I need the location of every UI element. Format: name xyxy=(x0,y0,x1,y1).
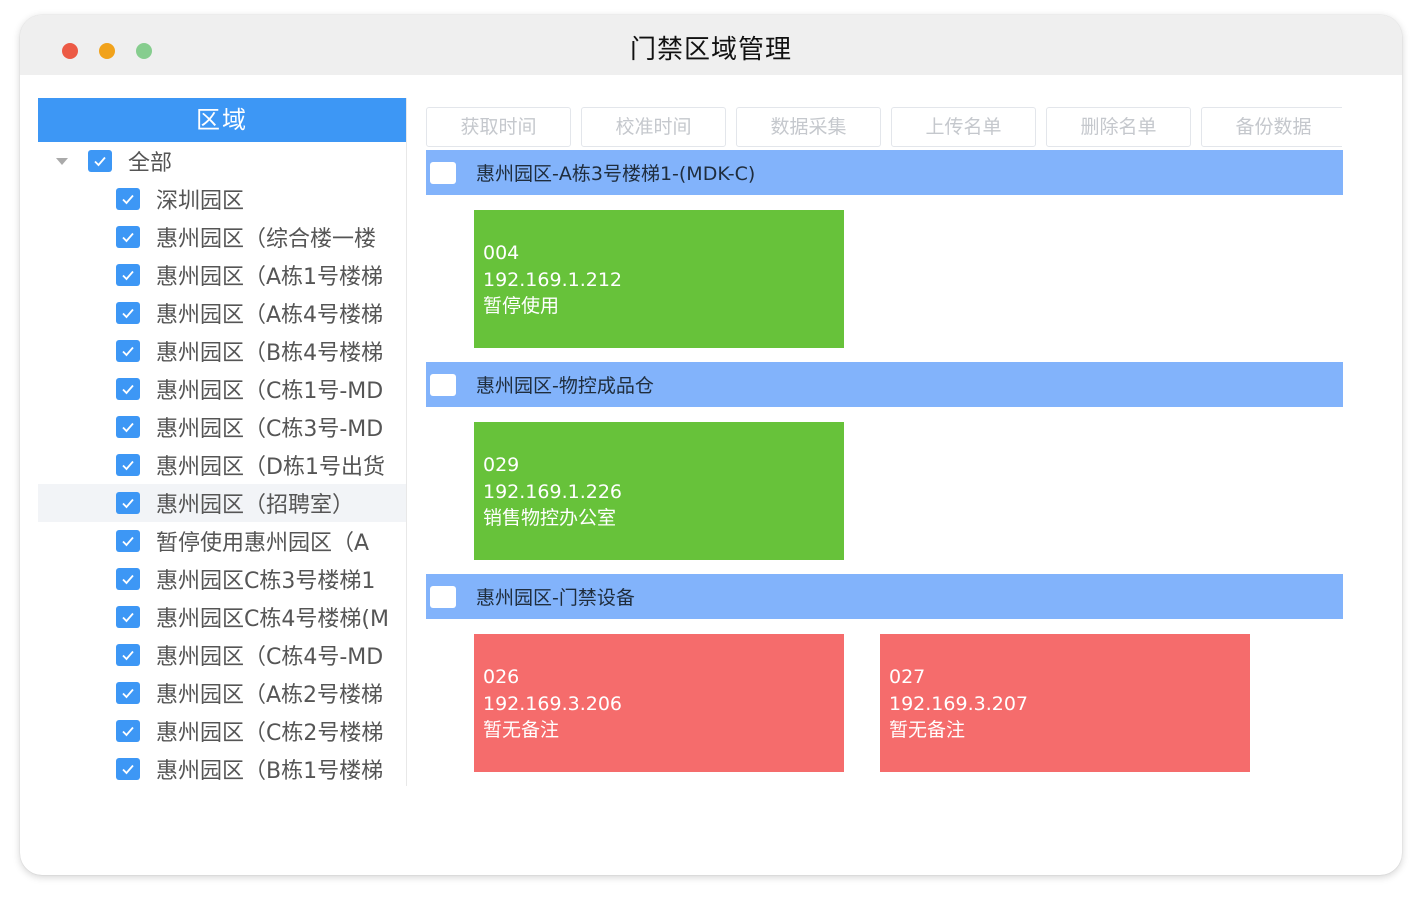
device-note: 暂停使用 xyxy=(483,295,560,317)
device-ip: 192.169.3.207 xyxy=(889,692,1029,715)
tree-node-label: 惠州园区（B栋4号楼梯 xyxy=(156,341,384,366)
tree-node[interactable]: 惠州园区C栋3号楼梯1 xyxy=(38,560,406,598)
checkbox-checked-icon[interactable] xyxy=(116,530,140,552)
tree-node-label: 惠州园区（C栋1号-MD xyxy=(156,379,384,404)
tree-node-label: 全部 xyxy=(128,151,173,176)
tree-node-label: 惠州园区（招聘室） xyxy=(156,493,355,518)
tree-node[interactable]: 惠州园区（C栋4号-MD xyxy=(38,636,406,674)
tree-node[interactable]: 惠州园区（C栋2号楼梯 xyxy=(38,712,406,750)
tree-node-label: 惠州园区C栋4号楼梯(M xyxy=(156,607,389,632)
area-tree: 区域 全部 深圳园区惠州园区（综合楼一楼 惠州园区（A栋1号楼梯 惠州园区（A栋4号… xyxy=(38,98,407,786)
group-checkbox[interactable] xyxy=(430,373,456,396)
tree-node-label: 惠州园区C栋3号楼梯1 xyxy=(156,569,376,594)
tree-node[interactable]: 暂停使用惠州园区（A xyxy=(38,522,406,560)
get-time-button[interactable]: 获取时间 xyxy=(426,107,571,147)
tree-node-root[interactable]: 全部 xyxy=(38,142,406,180)
device-id: 029 xyxy=(483,454,520,476)
group-header: 惠州园区-物控成品仓 xyxy=(426,362,1343,407)
collect-data-button[interactable]: 数据采集 xyxy=(736,107,881,147)
device-ip: 192.169.1.212 xyxy=(483,268,623,291)
group-title: 惠州园区-A栋3号楼梯1-(MDK-C) xyxy=(476,163,756,185)
tree-node[interactable]: 惠州园区（A栋4号楼梯 xyxy=(38,294,406,332)
calibrate-time-button[interactable]: 校准时间 xyxy=(581,107,726,147)
checkbox-checked-icon[interactable] xyxy=(116,758,140,780)
checkbox-checked-icon[interactable] xyxy=(116,644,140,666)
device-id: 027 xyxy=(889,666,926,688)
checkbox-checked-icon[interactable] xyxy=(116,378,140,400)
group-checkbox[interactable] xyxy=(430,161,456,184)
checkbox-checked-icon[interactable] xyxy=(116,416,140,438)
checkbox-checked-icon[interactable] xyxy=(88,150,112,172)
checkbox-checked-icon[interactable] xyxy=(116,682,140,704)
checkbox-checked-icon[interactable] xyxy=(116,492,140,514)
tree-node[interactable]: 惠州园区（C栋1号-MD xyxy=(38,370,406,408)
tree-node[interactable]: 惠州园区（B栋1号楼梯 xyxy=(38,750,406,786)
tree-node-label: 惠州园区（B栋1号楼梯 xyxy=(156,759,384,784)
tree-node-label: 惠州园区（综合楼一楼 xyxy=(156,227,377,252)
device-card[interactable]: 026 192.169.3.206 暂无备注 xyxy=(474,634,844,772)
tree-node-label: 惠州园区（D栋1号出货 xyxy=(156,455,385,480)
tree-header: 区域 xyxy=(38,98,406,142)
checkbox-checked-icon[interactable] xyxy=(116,568,140,590)
checkbox-checked-icon[interactable] xyxy=(116,340,140,362)
checkbox-checked-icon[interactable] xyxy=(116,454,140,476)
upload-list-button[interactable]: 上传名单 xyxy=(891,107,1036,147)
tree-node-label: 惠州园区（A栋1号楼梯 xyxy=(156,265,384,290)
window-title: 门禁区域管理 xyxy=(629,35,792,65)
caret-down-icon[interactable] xyxy=(56,157,68,165)
tree-node-label: 暂停使用惠州园区（A xyxy=(156,531,370,556)
device-card[interactable]: 004 192.169.1.212 暂停使用 xyxy=(474,210,844,348)
checkbox-checked-icon[interactable] xyxy=(116,720,140,742)
checkbox-checked-icon[interactable] xyxy=(116,188,140,210)
tree-node-label: 惠州园区（A栋2号楼梯 xyxy=(156,683,384,708)
backup-data-button[interactable]: 备份数据 xyxy=(1201,107,1342,147)
device-card[interactable]: 027 192.169.3.207 暂无备注 xyxy=(880,634,1250,772)
group-header: 惠州园区-门禁设备 xyxy=(426,574,1343,619)
group-title: 惠州园区-门禁设备 xyxy=(476,587,635,609)
tree-node-label: 惠州园区（C栋4号-MD xyxy=(156,645,384,670)
tree-node-label: 深圳园区 xyxy=(156,189,245,214)
tree-node-label: 惠州园区（C栋2号楼梯 xyxy=(156,721,384,746)
app-window: 门禁区域管理 区域 全部 深圳园区 惠州园区（综合楼一楼 惠州园区（A栋1号楼梯 惠州… xyxy=(20,15,1402,875)
device-note: 暂无备注 xyxy=(889,719,966,741)
tree-node[interactable]: 深圳园区 xyxy=(38,180,406,218)
device-ip: 192.169.1.226 xyxy=(483,480,623,503)
delete-list-button[interactable]: 删除名单 xyxy=(1046,107,1191,147)
checkbox-checked-icon[interactable] xyxy=(116,226,140,248)
device-note: 销售物控办公室 xyxy=(483,507,617,529)
group-checkbox[interactable] xyxy=(430,585,456,608)
tree-node[interactable]: 惠州园区（C栋3号-MD xyxy=(38,408,406,446)
tree-node-label: 惠州园区（C栋3号-MD xyxy=(156,417,384,442)
tree-node[interactable]: 惠州园区C栋4号楼梯(M xyxy=(38,598,406,636)
checkbox-checked-icon[interactable] xyxy=(116,264,140,286)
checkbox-checked-icon[interactable] xyxy=(116,302,140,324)
group-header: 惠州园区-A栋3号楼梯1-(MDK-C) xyxy=(426,150,1343,195)
device-id: 026 xyxy=(483,666,520,688)
tree-node[interactable]: 惠州园区（综合楼一楼 xyxy=(38,218,406,256)
title-bar: 门禁区域管理 xyxy=(20,15,1402,75)
tree-node[interactable]: 惠州园区（D栋1号出货 xyxy=(38,446,406,484)
tree-node[interactable]: 惠州园区（A栋2号楼梯 xyxy=(38,674,406,712)
checkbox-checked-icon[interactable] xyxy=(116,606,140,628)
tree-node[interactable]: 惠州园区（B栋4号楼梯 xyxy=(38,332,406,370)
tree-node[interactable]: 惠州园区（招聘室） xyxy=(38,484,406,522)
tree-node[interactable]: 惠州园区（A栋1号楼梯 xyxy=(38,256,406,294)
group-title: 惠州园区-物控成品仓 xyxy=(476,375,654,397)
device-note: 暂无备注 xyxy=(483,719,560,741)
device-id: 004 xyxy=(483,242,520,264)
toolbar: 获取时间 校准时间 数据采集 上传名单 删除名单 备份数据 xyxy=(426,107,1342,147)
tree-node-label: 惠州园区（A栋4号楼梯 xyxy=(156,303,384,328)
device-card[interactable]: 029 192.169.1.226 销售物控办公室 xyxy=(474,422,844,560)
device-ip: 192.169.3.206 xyxy=(483,692,623,715)
